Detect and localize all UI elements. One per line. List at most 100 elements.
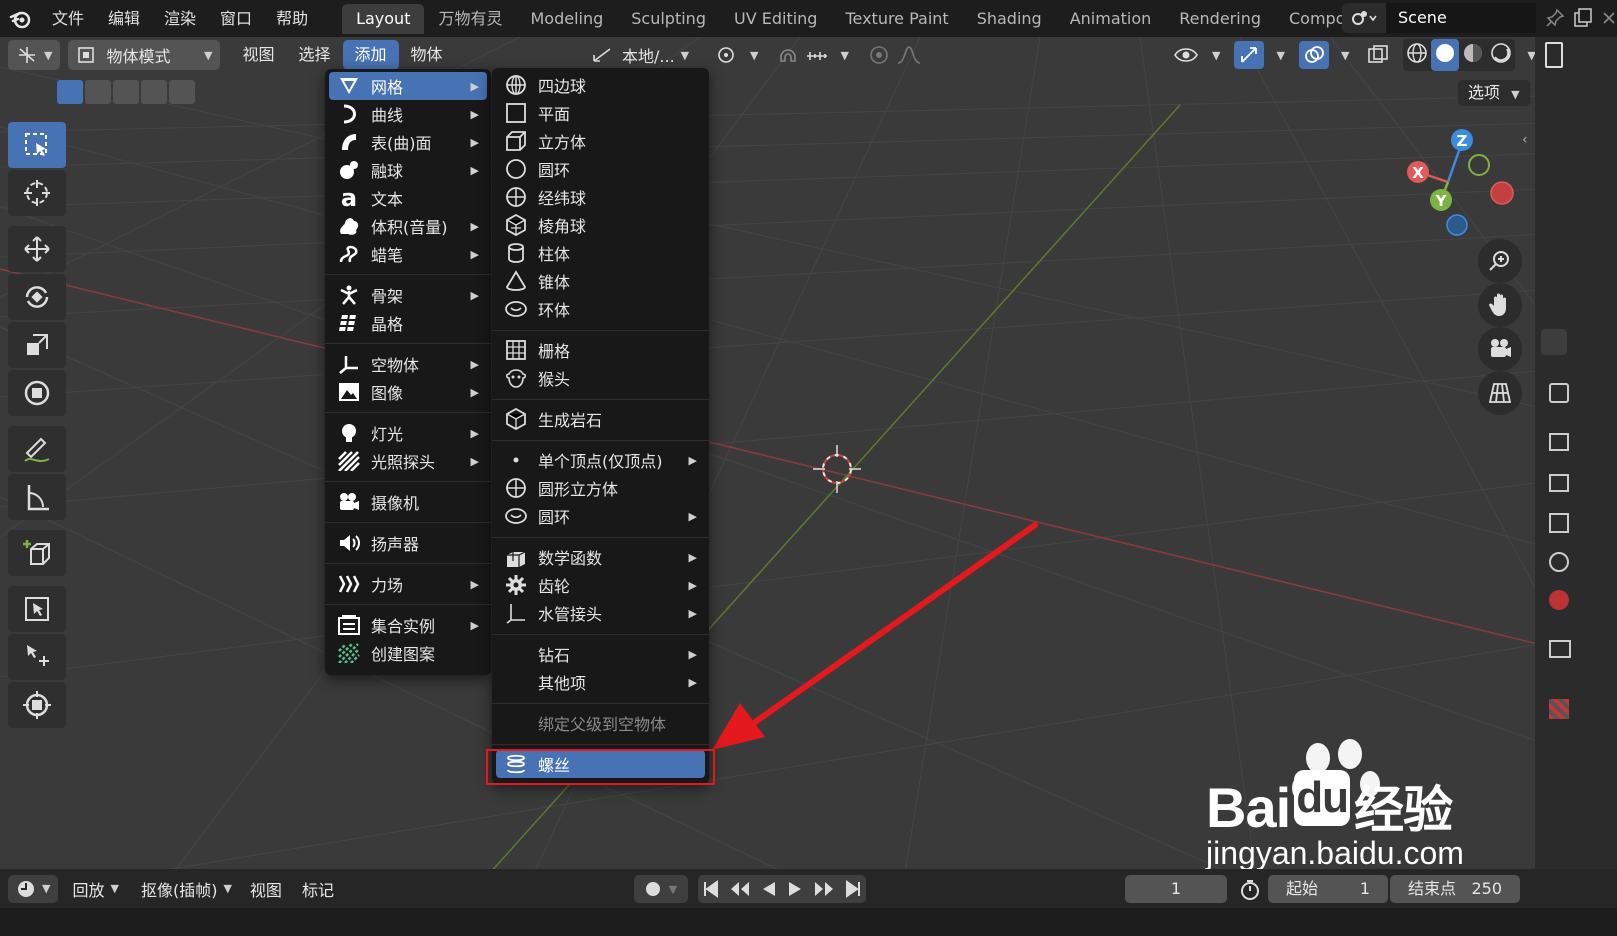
tab-wanwu[interactable]: 万物有灵 bbox=[424, 4, 516, 34]
jump-end-icon[interactable] bbox=[844, 880, 862, 898]
auto-keying-button[interactable]: ▼ bbox=[634, 875, 688, 903]
playback-menu[interactable]: 回放 ▼ bbox=[64, 875, 126, 903]
scale-tool[interactable] bbox=[8, 322, 66, 368]
chevron-down-icon[interactable]: ▼ bbox=[1276, 49, 1284, 62]
add-menu-lattice[interactable]: 晶格 bbox=[329, 309, 487, 337]
mesh-single-vertex[interactable]: 单个顶点(仅顶点) ▶ bbox=[496, 446, 705, 474]
add-menu-surface[interactable]: 表(曲)面 ▶ bbox=[329, 128, 487, 156]
falloff-icon[interactable] bbox=[895, 43, 923, 67]
outliner-icon[interactable] bbox=[1545, 42, 1563, 68]
wrench-tab-icon[interactable] bbox=[1549, 383, 1569, 403]
menu-add[interactable]: 添加 bbox=[342, 40, 399, 70]
start-frame-field[interactable]: 起始 1 bbox=[1268, 875, 1388, 903]
timeline-marker-menu[interactable]: 标记 bbox=[292, 877, 344, 901]
menu-help[interactable]: 帮助 bbox=[264, 0, 320, 37]
add-menu-mesh[interactable]: 网格 ▶ bbox=[329, 72, 487, 100]
mesh-torus-objects[interactable]: 圆环 ▶ bbox=[496, 502, 705, 530]
add-cube-tool[interactable] bbox=[8, 530, 66, 576]
mesh-cylinder[interactable]: 柱体 bbox=[496, 239, 705, 267]
proportional-edit-icon[interactable] bbox=[867, 43, 891, 67]
output-tab-icon[interactable] bbox=[1549, 474, 1569, 492]
add-menu-light[interactable]: 灯光 ▶ bbox=[329, 419, 487, 447]
rotate-tool[interactable] bbox=[8, 274, 66, 320]
camera-transform-tool[interactable] bbox=[8, 586, 66, 632]
add-menu-text[interactable]: a 文本 bbox=[329, 184, 487, 212]
world-tab-icon[interactable] bbox=[1549, 590, 1569, 610]
add-menu-curve[interactable]: 曲线 ▶ bbox=[329, 100, 487, 128]
menu-file[interactable]: 文件 bbox=[40, 0, 96, 37]
mesh-quadsphere[interactable]: 四边球 bbox=[496, 71, 705, 99]
transform-pivot-tool[interactable] bbox=[8, 682, 66, 728]
add-menu-force-field[interactable]: 力场 ▶ bbox=[329, 570, 487, 598]
add-menu-grease-pencil[interactable]: 蜡笔 ▶ bbox=[329, 240, 487, 268]
scene-name-field[interactable]: Scene bbox=[1386, 3, 1536, 33]
view-layer-tab-icon[interactable] bbox=[1549, 513, 1569, 533]
mesh-plane[interactable]: 平面 bbox=[496, 99, 705, 127]
chevron-down-icon[interactable]: ▼ bbox=[840, 49, 848, 62]
xray-icon[interactable] bbox=[1365, 43, 1391, 67]
add-menu-collection-instance[interactable]: 集合实例 ▶ bbox=[329, 611, 487, 639]
shear-tool[interactable] bbox=[8, 634, 66, 680]
wireframe-shading-icon[interactable] bbox=[1403, 39, 1431, 67]
zoom-button[interactable] bbox=[1478, 239, 1522, 283]
prev-keyframe-icon[interactable] bbox=[729, 880, 751, 898]
menu-window[interactable]: 窗口 bbox=[208, 0, 264, 37]
chevron-down-icon[interactable]: ▼ bbox=[750, 49, 758, 62]
mesh-torus[interactable]: 环体 bbox=[496, 295, 705, 323]
move-tool[interactable] bbox=[8, 226, 66, 272]
mesh-round-cube[interactable]: 圆形立方体 bbox=[496, 474, 705, 502]
add-menu-armature[interactable]: 骨架 ▶ bbox=[329, 281, 487, 309]
menu-select[interactable]: 选择 bbox=[286, 40, 342, 70]
tool-tab-icon[interactable] bbox=[1541, 329, 1567, 355]
snap-increment-icon[interactable] bbox=[804, 44, 830, 66]
add-menu-camera[interactable]: 摄像机 bbox=[329, 488, 487, 516]
current-frame-field[interactable]: 1 bbox=[1125, 875, 1227, 903]
chevron-down-icon[interactable]: ▼ bbox=[1212, 49, 1220, 62]
material-shading-icon[interactable] bbox=[1459, 39, 1487, 67]
solid-shading-button[interactable] bbox=[1431, 39, 1460, 71]
chevron-down-icon[interactable]: ▼ bbox=[1341, 49, 1349, 62]
add-menu-create-pattern[interactable]: 创建图案 bbox=[329, 639, 487, 667]
mesh-parent-to-empty[interactable]: 绑定父级到空物体 bbox=[496, 709, 705, 737]
close-scene-icon[interactable] bbox=[1600, 7, 1617, 29]
new-scene-icon[interactable] bbox=[1572, 7, 1594, 29]
mesh-gears[interactable]: 齿轮 ▶ bbox=[496, 571, 705, 599]
select-intersect-icon[interactable] bbox=[169, 80, 195, 104]
scene-tab-icon[interactable] bbox=[1549, 552, 1569, 572]
mesh-cone[interactable]: 锥体 bbox=[496, 267, 705, 295]
select-new-icon[interactable] bbox=[57, 80, 83, 104]
cursor-tool[interactable] bbox=[8, 170, 66, 216]
rendered-shading-icon[interactable] bbox=[1487, 39, 1515, 67]
snap-toggle-icon[interactable] bbox=[776, 43, 800, 67]
overlay-toggle-button[interactable] bbox=[1298, 41, 1329, 69]
options-button[interactable]: 选项 ▼ bbox=[1458, 80, 1530, 106]
texture-tab-icon[interactable] bbox=[1549, 699, 1569, 719]
timeline-editor-type-button[interactable]: ▼ bbox=[8, 874, 59, 903]
mesh-math-function[interactable]: 数学函数 ▶ bbox=[496, 543, 705, 571]
pan-button[interactable] bbox=[1478, 283, 1522, 327]
mesh-monkey[interactable]: 猴头 bbox=[496, 364, 705, 392]
stopwatch-icon[interactable] bbox=[1238, 878, 1262, 902]
sidebar-expand-icon[interactable]: ‹ bbox=[1522, 132, 1528, 148]
tab-animation[interactable]: Animation bbox=[1056, 4, 1166, 34]
mesh-grid[interactable]: 栅格 bbox=[496, 336, 705, 364]
blender-logo-icon[interactable] bbox=[0, 0, 40, 37]
select-invert-icon[interactable] bbox=[141, 80, 167, 104]
mesh-extras[interactable]: 其他项 ▶ bbox=[496, 668, 705, 696]
mesh-cube[interactable]: 立方体 bbox=[496, 127, 705, 155]
menu-object[interactable]: 物体 bbox=[399, 40, 455, 70]
navigation-gizmo[interactable]: Z X Y bbox=[1398, 122, 1528, 240]
3d-cursor-icon[interactable] bbox=[813, 445, 861, 493]
jump-start-icon[interactable] bbox=[702, 880, 720, 898]
gizmo-toggle-button[interactable] bbox=[1234, 41, 1265, 69]
select-box-tool[interactable] bbox=[8, 122, 66, 168]
transform-tool[interactable] bbox=[8, 370, 66, 416]
mode-selector[interactable]: 物体模式 ▼ bbox=[68, 40, 221, 70]
editor-type-button[interactable]: ▼ bbox=[8, 40, 61, 70]
tab-layout[interactable]: Layout bbox=[342, 3, 425, 34]
tab-uv-editing[interactable]: UV Editing bbox=[720, 4, 831, 34]
play-reverse-icon[interactable] bbox=[760, 880, 778, 898]
visibility-icon[interactable] bbox=[1172, 44, 1200, 66]
keying-menu[interactable]: 抠像(插帧) ▼ bbox=[133, 875, 240, 903]
add-menu-light-probe[interactable]: 光照探头 ▶ bbox=[329, 447, 487, 475]
